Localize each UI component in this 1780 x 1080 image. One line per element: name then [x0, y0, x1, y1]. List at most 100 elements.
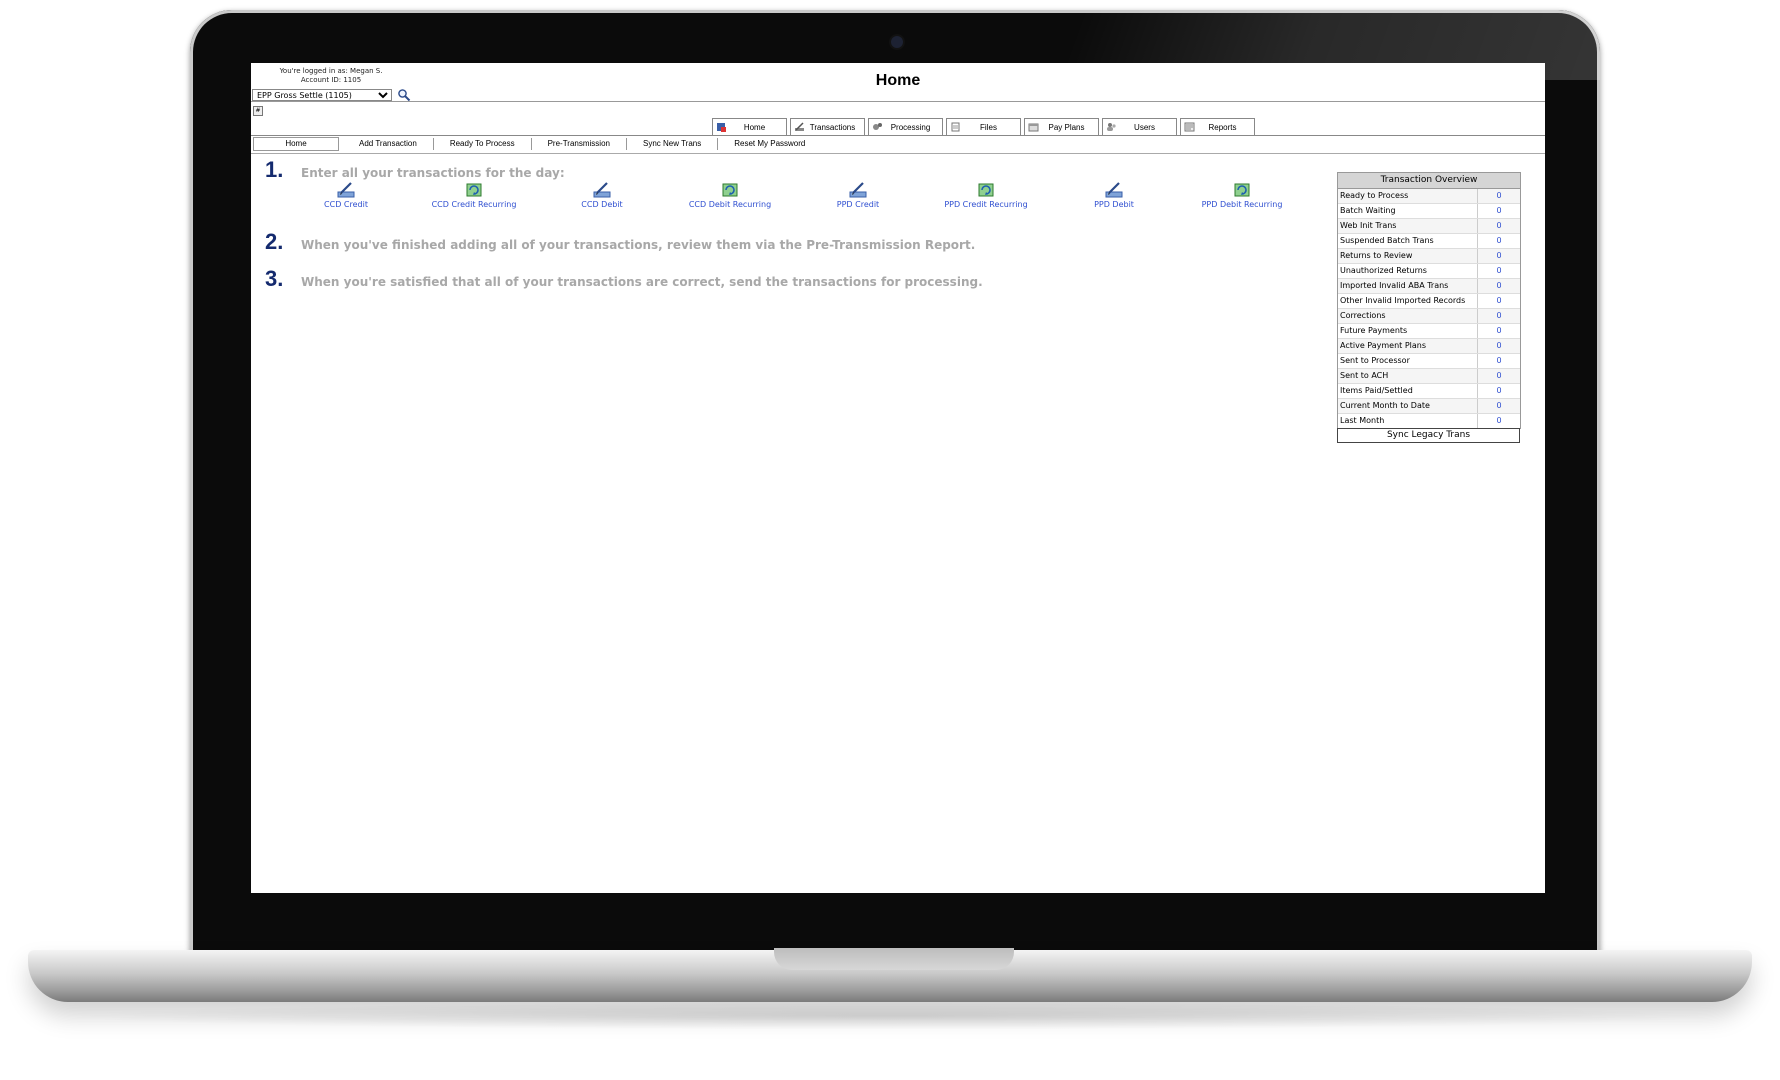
link-ccd-debit[interactable]: CCD Debit [542, 181, 662, 209]
overview-row: Returns to Review 0 [1338, 249, 1520, 264]
main-tabs: Home Transactions Processing Files Pay P… [712, 118, 1255, 135]
step-text: When you're satisfied that all of your t… [301, 275, 983, 289]
webcam-icon [891, 36, 903, 48]
calendar-icon [1028, 123, 1039, 132]
overview-label: Batch Waiting [1338, 204, 1478, 218]
sync-legacy-trans-button[interactable]: Sync Legacy Trans [1337, 428, 1520, 443]
subnav-divider [251, 153, 1545, 154]
page-title: Home [875, 72, 921, 89]
overview-row: Corrections 0 [1338, 309, 1520, 324]
link-label: PPD Debit Recurring [1201, 200, 1283, 209]
overview-row: Web Init Trans 0 [1338, 219, 1520, 234]
overview-label: Corrections [1338, 309, 1478, 323]
overview-count-link[interactable]: 0 [1478, 219, 1520, 233]
overview-count-link[interactable]: 0 [1478, 294, 1520, 308]
overview-count-link[interactable]: 0 [1478, 354, 1520, 368]
transaction-overview-panel: Transaction Overview Ready to Process 0 B… [1337, 172, 1521, 429]
overview-row: Items Paid/Settled 0 [1338, 384, 1520, 399]
overview-count-link[interactable]: 0 [1478, 384, 1520, 398]
overview-label: Active Payment Plans [1338, 339, 1478, 353]
tabs-divider [251, 135, 1545, 136]
overview-count-link[interactable]: 0 [1478, 204, 1520, 218]
subnav-reset-password[interactable]: Reset My Password [718, 138, 821, 150]
users-icon [1107, 123, 1116, 131]
tab-pay-plans[interactable]: Pay Plans [1024, 118, 1099, 135]
link-ppd-debit-recurring[interactable]: PPD Debit Recurring [1182, 181, 1302, 209]
gears-icon [873, 123, 882, 130]
document-icon [951, 122, 960, 132]
overview-row: Batch Waiting 0 [1338, 204, 1520, 219]
overview-count-link[interactable]: 0 [1478, 249, 1520, 263]
subnav-sync-new-trans[interactable]: Sync New Trans [627, 138, 719, 150]
overview-count-link[interactable]: 0 [1478, 369, 1520, 383]
link-ccd-credit-recurring[interactable]: CCD Credit Recurring [414, 181, 534, 209]
tab-home[interactable]: Home [712, 118, 787, 135]
overview-count-link[interactable]: 0 [1478, 189, 1520, 203]
tab-label: Reports [1208, 122, 1237, 132]
overview-count-link[interactable]: 0 [1478, 264, 1520, 278]
overview-label: Suspended Batch Trans [1338, 234, 1478, 248]
step-2: 2. When you've finished adding all of yo… [265, 229, 975, 255]
tab-processing[interactable]: Processing [868, 118, 943, 135]
tab-reports[interactable]: Reports [1180, 118, 1255, 135]
overview-label: Last Month [1338, 414, 1478, 428]
overview-count-link[interactable]: 0 [1478, 309, 1520, 323]
step-number: 2. [265, 229, 284, 254]
subnav-home[interactable]: Home [253, 137, 339, 151]
account-select[interactable]: EPP Gross Settle (1105) [252, 89, 392, 101]
overview-row: Imported Invalid ABA Trans 0 [1338, 279, 1520, 294]
overview-row: Current Month to Date 0 [1338, 399, 1520, 414]
overview-row: Sent to ACH 0 [1338, 369, 1520, 384]
overview-label: Items Paid/Settled [1338, 384, 1478, 398]
subnav-add-transaction[interactable]: Add Transaction [343, 138, 434, 150]
overview-count-link[interactable]: 0 [1478, 279, 1520, 293]
subnav-pre-transmission[interactable]: Pre-Transmission [532, 138, 627, 150]
tab-label: Pay Plans [1048, 122, 1085, 132]
link-label: CCD Debit [581, 200, 623, 209]
pen-icon [593, 182, 611, 198]
overview-count-link[interactable]: 0 [1478, 399, 1520, 413]
app-screen: You're logged in as: Megan S. Account ID… [251, 63, 1545, 893]
search-icon[interactable] [397, 88, 411, 102]
collapse-toggle[interactable]: # [253, 106, 263, 116]
link-label: CCD Credit Recurring [431, 200, 517, 209]
laptop-notch [774, 948, 1014, 970]
overview-label: Ready to Process [1338, 189, 1478, 203]
overview-row: Unauthorized Returns 0 [1338, 264, 1520, 279]
tab-label: Home [743, 122, 766, 132]
overview-count-link[interactable]: 0 [1478, 414, 1520, 428]
overview-label: Web Init Trans [1338, 219, 1478, 233]
overview-row: Future Payments 0 [1338, 324, 1520, 339]
pen-icon [849, 182, 867, 198]
overview-label: Other Invalid Imported Records [1338, 294, 1478, 308]
subnav-ready-to-process[interactable]: Ready To Process [434, 138, 532, 150]
pencil-icon [795, 122, 804, 131]
tab-transactions[interactable]: Transactions [790, 118, 865, 135]
overview-label: Sent to ACH [1338, 369, 1478, 383]
link-ppd-debit[interactable]: PPD Debit [1054, 181, 1174, 209]
laptop-shadow [60, 1002, 1720, 1030]
overview-label: Unauthorized Returns [1338, 264, 1478, 278]
overview-row: Last Month 0 [1338, 414, 1520, 428]
overview-count-link[interactable]: 0 [1478, 234, 1520, 248]
link-label: CCD Debit Recurring [688, 200, 772, 209]
step-text: When you've finished adding all of your … [301, 238, 976, 252]
link-ppd-credit-recurring[interactable]: PPD Credit Recurring [926, 181, 1046, 209]
tab-users[interactable]: Users [1102, 118, 1177, 135]
recurring-icon [978, 183, 994, 197]
tab-label: Users [1134, 122, 1155, 132]
overview-row: Other Invalid Imported Records 0 [1338, 294, 1520, 309]
link-ccd-debit-recurring[interactable]: CCD Debit Recurring [670, 181, 790, 209]
recurring-icon [722, 183, 738, 197]
link-label: PPD Credit Recurring [944, 200, 1028, 209]
tab-label: Transactions [809, 122, 856, 132]
step-3: 3. When you're satisfied that all of you… [265, 266, 983, 292]
overview-count-link[interactable]: 0 [1478, 339, 1520, 353]
link-ccd-credit[interactable]: CCD Credit [286, 181, 406, 209]
overview-count-link[interactable]: 0 [1478, 324, 1520, 338]
recurring-icon [466, 183, 482, 197]
tab-files[interactable]: Files [946, 118, 1021, 135]
step-number: 3. [265, 266, 284, 291]
link-ppd-credit[interactable]: PPD Credit [798, 181, 918, 209]
step-number: 1. [265, 157, 284, 182]
